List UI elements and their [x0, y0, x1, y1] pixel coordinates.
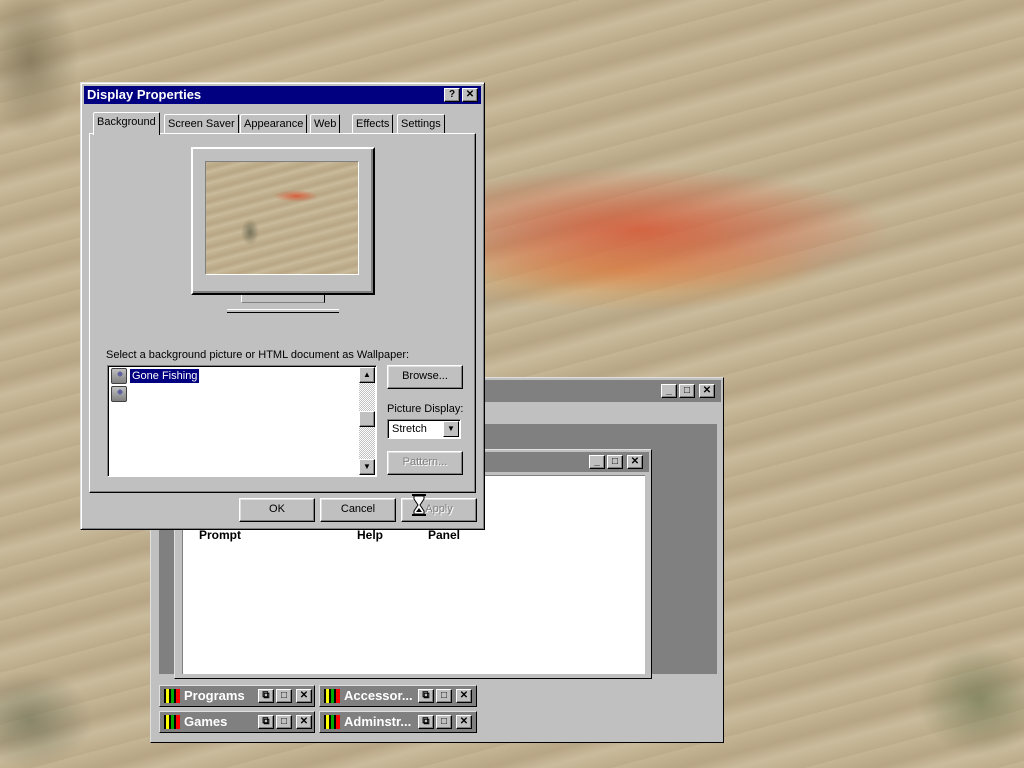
dropdown-arrow-icon[interactable]: ▼: [443, 421, 459, 437]
tab-screen-saver[interactable]: Screen Saver: [164, 114, 239, 134]
picture-display-value: Stretch: [392, 423, 427, 435]
scroll-down-button[interactable]: ▼: [359, 459, 375, 475]
browse-button[interactable]: Browse...: [387, 365, 463, 389]
picture-display-label: Picture Display:: [387, 403, 464, 415]
icon-label-prompt[interactable]: Prompt: [199, 528, 241, 542]
group-programs[interactable]: Programs ⧉ □ ✕: [159, 685, 315, 707]
wallpaper-prompt-label: Select a background picture or HTML docu…: [106, 349, 410, 361]
restore-button[interactable]: ⧉: [258, 689, 274, 703]
wallpaper-listbox[interactable]: Gone Fishing ▲ ▼: [107, 365, 377, 477]
maximize-button[interactable]: □: [276, 715, 292, 729]
program-group-icon: [164, 715, 180, 729]
dialog-title: Display Properties: [87, 87, 202, 102]
back-minimize-button[interactable]: _: [661, 384, 677, 398]
back-maximize-button[interactable]: □: [679, 384, 695, 398]
maximize-button[interactable]: □: [276, 689, 292, 703]
group-label: Games: [184, 714, 228, 729]
tab-background[interactable]: Background: [93, 112, 160, 135]
image-file-icon: [111, 386, 127, 402]
display-properties-dialog[interactable]: Display Properties ? ✕ Background Screen…: [80, 82, 485, 530]
restore-button[interactable]: ⧉: [418, 715, 434, 729]
close-button[interactable]: ✕: [296, 689, 312, 703]
help-button[interactable]: ?: [444, 88, 460, 102]
tab-appearance[interactable]: Appearance: [240, 114, 308, 134]
program-group-icon: [324, 689, 340, 703]
back-close-button[interactable]: ✕: [699, 384, 715, 398]
program-group-icon: [324, 715, 340, 729]
monitor-base: [227, 309, 339, 313]
close-button[interactable]: ✕: [456, 689, 472, 703]
maximize-button[interactable]: □: [436, 715, 452, 729]
group-label: Accessor...: [344, 688, 413, 703]
pattern-button[interactable]: Pattern...: [387, 451, 463, 475]
inner-close-button[interactable]: ✕: [627, 455, 643, 469]
inner-minimize-button[interactable]: _: [589, 455, 605, 469]
hourglass-cursor-icon: [412, 494, 426, 516]
wallpaper-preview: [205, 161, 359, 275]
program-group-icon: [164, 689, 180, 703]
list-item-label: Gone Fishing: [130, 369, 200, 383]
dialog-titlebar[interactable]: Display Properties ? ✕: [84, 86, 481, 104]
close-button[interactable]: ✕: [462, 88, 478, 102]
icon-label-help[interactable]: Help: [357, 528, 383, 542]
ok-button[interactable]: OK: [239, 498, 315, 522]
icon-label-panel[interactable]: Panel: [428, 528, 460, 542]
monitor-stand: [241, 295, 325, 303]
restore-button[interactable]: ⧉: [418, 689, 434, 703]
inner-maximize-button[interactable]: □: [607, 455, 623, 469]
tab-settings[interactable]: Settings: [397, 114, 445, 134]
picture-display-select[interactable]: Stretch ▼: [387, 419, 461, 439]
group-label: Adminstr...: [344, 714, 412, 729]
list-item[interactable]: [110, 386, 350, 402]
tab-web[interactable]: Web: [310, 114, 341, 134]
scroll-thumb[interactable]: [359, 411, 375, 427]
restore-button[interactable]: ⧉: [258, 715, 274, 729]
list-scrollbar[interactable]: ▲ ▼: [359, 367, 375, 475]
scroll-up-button[interactable]: ▲: [359, 367, 375, 383]
group-label: Programs: [184, 688, 245, 703]
close-button[interactable]: ✕: [456, 715, 472, 729]
group-accessories[interactable]: Accessor... ⧉ □ ✕: [319, 685, 477, 707]
html-document-icon: [111, 368, 127, 384]
group-games[interactable]: Games ⧉ □ ✕: [159, 711, 315, 733]
monitor-preview: [191, 147, 375, 295]
cancel-button[interactable]: Cancel: [320, 498, 396, 522]
list-item[interactable]: Gone Fishing: [110, 368, 350, 384]
maximize-button[interactable]: □: [436, 689, 452, 703]
tab-effects[interactable]: Effects: [352, 114, 394, 134]
close-button[interactable]: ✕: [296, 715, 312, 729]
group-administrative[interactable]: Adminstr... ⧉ □ ✕: [319, 711, 477, 733]
